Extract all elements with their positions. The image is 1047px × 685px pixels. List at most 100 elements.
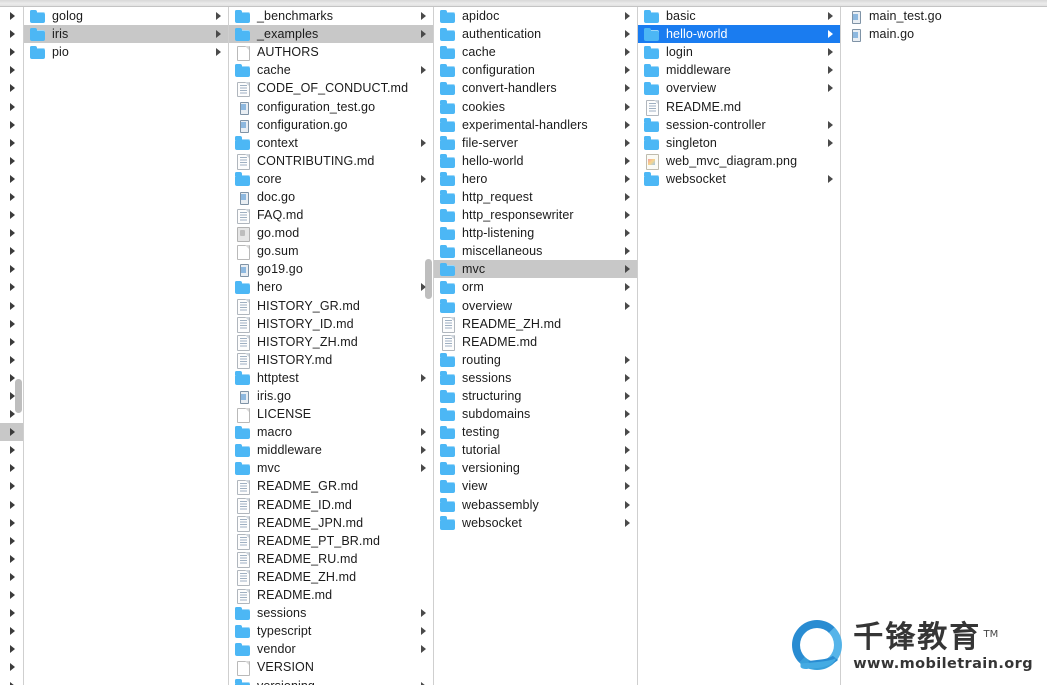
file-row[interactable]: view bbox=[434, 477, 637, 495]
file-row[interactable]: golog bbox=[24, 7, 228, 25]
column-iris[interactable]: _benchmarks _examples AUTHORS cache CODE_OF_… bbox=[229, 7, 434, 685]
file-row[interactable]: authentication bbox=[434, 25, 637, 43]
chevron-right-icon[interactable] bbox=[826, 174, 836, 184]
file-row[interactable]: iris bbox=[24, 25, 228, 44]
chevron-right-icon[interactable] bbox=[623, 373, 633, 383]
chevron-right-icon[interactable] bbox=[8, 83, 18, 93]
column-examples[interactable]: apidoc authentication cache configuration co… bbox=[434, 7, 638, 685]
file-row[interactable]: subdomains bbox=[434, 405, 637, 423]
file-row[interactable]: macro bbox=[229, 423, 433, 441]
chevron-right-icon[interactable] bbox=[8, 264, 18, 274]
file-row[interactable]: session-controller bbox=[638, 116, 840, 134]
file-row[interactable]: web_mvc_diagram.png bbox=[638, 152, 840, 170]
chevron-right-icon[interactable] bbox=[419, 608, 429, 618]
file-row[interactable]: versioning bbox=[434, 459, 637, 477]
stub-disclosure-row[interactable] bbox=[0, 188, 23, 206]
chevron-right-icon[interactable] bbox=[623, 174, 633, 184]
chevron-right-icon[interactable] bbox=[623, 65, 633, 75]
file-row[interactable]: HISTORY_ZH.md bbox=[229, 333, 433, 351]
chevron-right-icon[interactable] bbox=[419, 644, 429, 654]
chevron-right-icon[interactable] bbox=[8, 29, 18, 39]
file-row[interactable]: hello-world bbox=[638, 25, 840, 44]
file-row[interactable]: configuration bbox=[434, 61, 637, 79]
chevron-right-icon[interactable] bbox=[826, 29, 836, 39]
chevron-right-icon[interactable] bbox=[826, 11, 836, 21]
stub-disclosure-row[interactable] bbox=[0, 441, 23, 459]
file-row[interactable]: CODE_OF_CONDUCT.md bbox=[229, 79, 433, 98]
stub-disclosure-row[interactable] bbox=[0, 568, 23, 586]
chevron-right-icon[interactable] bbox=[623, 427, 633, 437]
file-row[interactable]: routing bbox=[434, 351, 637, 369]
chevron-right-icon[interactable] bbox=[214, 47, 224, 57]
stub-disclosure-row[interactable] bbox=[0, 152, 23, 170]
chevron-right-icon[interactable] bbox=[8, 626, 18, 636]
chevron-right-icon[interactable] bbox=[8, 590, 18, 600]
file-row[interactable]: HISTORY.md bbox=[229, 351, 433, 369]
chevron-right-icon[interactable] bbox=[8, 282, 18, 292]
stub-disclosure-row[interactable] bbox=[0, 97, 23, 115]
chevron-right-icon[interactable] bbox=[623, 47, 633, 57]
chevron-right-icon[interactable] bbox=[8, 210, 18, 220]
chevron-right-icon[interactable] bbox=[623, 500, 633, 510]
file-row[interactable]: configuration_test.go bbox=[229, 97, 433, 115]
file-row[interactable]: basic bbox=[638, 7, 840, 25]
column-mvc[interactable]: basic hello-world login middleware overview R… bbox=[638, 7, 841, 685]
file-row[interactable]: vendor bbox=[229, 640, 433, 658]
file-row[interactable]: core bbox=[229, 170, 433, 188]
file-row[interactable]: middleware bbox=[638, 61, 840, 79]
chevron-right-icon[interactable] bbox=[8, 355, 18, 365]
chevron-right-icon[interactable] bbox=[623, 192, 633, 202]
chevron-right-icon[interactable] bbox=[623, 156, 633, 166]
chevron-right-icon[interactable] bbox=[623, 301, 633, 311]
chevron-right-icon[interactable] bbox=[8, 554, 18, 564]
file-row[interactable]: README_PT_BR.md bbox=[229, 532, 433, 550]
file-row[interactable]: VERSION bbox=[229, 658, 433, 677]
file-row[interactable]: configuration.go bbox=[229, 116, 433, 134]
file-row[interactable]: README.md bbox=[638, 97, 840, 116]
column-hello-world[interactable]: main_test.go main.go bbox=[841, 7, 1046, 685]
file-row[interactable]: go.sum bbox=[229, 242, 433, 261]
chevron-right-icon[interactable] bbox=[8, 572, 18, 582]
file-row[interactable]: HISTORY_ID.md bbox=[229, 315, 433, 333]
file-row[interactable]: sessions bbox=[434, 369, 637, 387]
file-row[interactable]: context bbox=[229, 134, 433, 152]
chevron-right-icon[interactable] bbox=[419, 626, 429, 636]
stub-disclosure-row[interactable] bbox=[0, 206, 23, 224]
file-row[interactable]: LICENSE bbox=[229, 405, 433, 424]
file-row[interactable]: cookies bbox=[434, 97, 637, 115]
chevron-right-icon[interactable] bbox=[8, 463, 18, 473]
file-row[interactable]: README_RU.md bbox=[229, 550, 433, 568]
stub-disclosure-row[interactable] bbox=[0, 351, 23, 369]
chevron-right-icon[interactable] bbox=[419, 138, 429, 148]
file-row[interactable]: overview bbox=[434, 297, 637, 315]
file-row[interactable]: README_ZH.md bbox=[229, 568, 433, 586]
file-row[interactable]: singleton bbox=[638, 134, 840, 152]
chevron-right-icon[interactable] bbox=[419, 65, 429, 75]
file-row[interactable]: testing bbox=[434, 423, 637, 441]
file-row[interactable]: AUTHORS bbox=[229, 43, 433, 62]
chevron-right-icon[interactable] bbox=[419, 427, 429, 437]
chevron-right-icon[interactable] bbox=[623, 391, 633, 401]
stub-disclosure-row[interactable] bbox=[0, 116, 23, 134]
stub-disclosure-row[interactable] bbox=[0, 550, 23, 568]
chevron-right-icon[interactable] bbox=[8, 319, 18, 329]
file-row[interactable]: README_ID.md bbox=[229, 496, 433, 514]
chevron-right-icon[interactable] bbox=[623, 228, 633, 238]
file-row[interactable]: http_request bbox=[434, 188, 637, 206]
file-row[interactable]: README.md bbox=[434, 333, 637, 351]
chevron-right-icon[interactable] bbox=[214, 11, 224, 21]
chevron-right-icon[interactable] bbox=[8, 662, 18, 672]
file-row[interactable]: main_test.go bbox=[841, 7, 1046, 25]
chevron-right-icon[interactable] bbox=[623, 409, 633, 419]
stub-disclosure-row[interactable] bbox=[0, 676, 23, 685]
chevron-right-icon[interactable] bbox=[419, 174, 429, 184]
file-row[interactable]: FAQ.md bbox=[229, 206, 433, 225]
file-row[interactable]: _benchmarks bbox=[229, 7, 433, 25]
stub-disclosure-row[interactable] bbox=[0, 514, 23, 532]
chevron-right-icon[interactable] bbox=[8, 500, 18, 510]
chevron-right-icon[interactable] bbox=[419, 373, 429, 383]
chevron-right-icon[interactable] bbox=[623, 138, 633, 148]
chevron-right-icon[interactable] bbox=[8, 174, 18, 184]
file-row[interactable]: go.mod bbox=[229, 224, 433, 243]
stub-disclosure-row[interactable] bbox=[0, 43, 23, 61]
